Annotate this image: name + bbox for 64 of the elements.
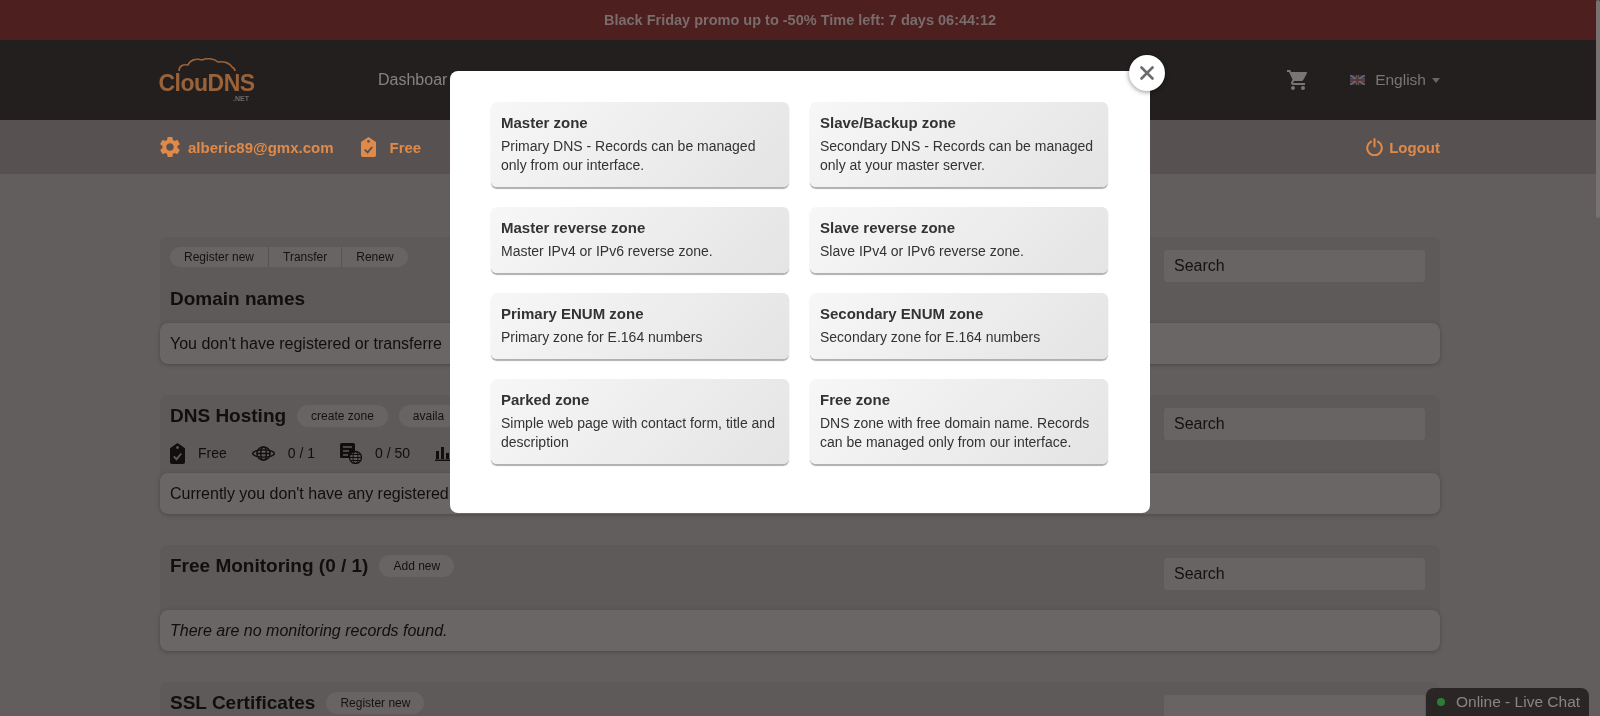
zone-option-card[interactable]: Master reverse zone Master IPv4 or IPv6 reverse zone. [491, 207, 789, 273]
server-icon [340, 442, 363, 464]
option-description: Secondary DNS - Records can be managed only at your master server. [820, 137, 1094, 175]
cloud-icon [177, 57, 236, 71]
plan-link[interactable]: Free [389, 138, 422, 156]
tag-icon [360, 137, 376, 157]
action-button[interactable]: create zone [297, 405, 388, 427]
option-description: Slave IPv4 or IPv6 reverse zone. [820, 242, 1025, 261]
account-email-link[interactable]: alberic89@gmx.com [188, 138, 334, 156]
section-title: DNS Hosting [170, 404, 287, 428]
caret-icon [1432, 77, 1440, 83]
flag-icon [1350, 75, 1366, 85]
stat-value: Free [198, 445, 227, 461]
option-description: Primary zone for E.164 numbers [501, 328, 704, 347]
action-tab[interactable]: Renew [341, 247, 408, 267]
zone-option-card[interactable]: Free zone DNS zone with free domain name. Records can be managed only from our interface. [810, 379, 1108, 464]
option-description: Simple web page with contact form, title and description [501, 414, 775, 452]
empty-message: There are no monitoring records found. [170, 621, 448, 640]
empty-message: You don't have registered or transferre [170, 334, 442, 353]
option-description: Primary DNS - Records can be managed only from our interface. [501, 137, 757, 175]
zone-option-card[interactable]: Parked zone Simple web page with contact form, title and description [491, 379, 789, 464]
option-title: Secondary ENUM zone [820, 304, 985, 324]
stat-value: 0 / 1 [287, 445, 316, 461]
cart-icon[interactable] [1287, 70, 1310, 90]
language-selector[interactable]: English [1350, 71, 1440, 89]
power-icon [1366, 138, 1384, 156]
bar-chart-icon [435, 445, 451, 461]
option-description: Master IPv4 or IPv6 reverse zone. [501, 242, 714, 261]
option-description: DNS zone with free domain name. Records can be managed only from our interface. [820, 414, 1091, 452]
live-chat-button[interactable]: Online - Live Chat [1426, 688, 1589, 716]
option-title: Slave reverse zone [820, 218, 957, 238]
section-title: Domain names [170, 287, 306, 311]
action-tab[interactable]: Transfer [268, 247, 342, 267]
promo-text: Black Friday promo up to -50% Time left: 7 days 06:44:12 [603, 12, 997, 28]
action-button[interactable]: Register new [326, 692, 425, 714]
section-title: SSL Certificates [170, 691, 316, 715]
option-title: Master reverse zone [501, 218, 647, 238]
option-title: Parked zone [501, 390, 591, 410]
option-title: Master zone [501, 113, 589, 133]
globe-icon [251, 445, 275, 461]
nav-link[interactable]: Dashboar [378, 71, 448, 89]
search-field[interactable]: Search [1164, 250, 1425, 282]
logout-button[interactable]: Logout [1366, 138, 1440, 156]
empty-message: Currently you don't have any registered [170, 484, 449, 503]
zone-option-card[interactable]: Master zone Primary DNS - Records can be managed only from our interface. [491, 102, 789, 187]
action-button[interactable]: Add new [379, 555, 455, 577]
settings-icon[interactable] [160, 137, 180, 157]
logo-wordmark[interactable]: ClouDNS [158, 70, 255, 95]
option-description: Secondary zone for E.164 numbers [820, 328, 1042, 347]
action-tab[interactable]: Register new [170, 247, 269, 267]
search-field[interactable]: Search [1164, 408, 1425, 440]
close-icon [1140, 66, 1154, 80]
section-title: Free Monitoring (0 / 1) [170, 554, 369, 578]
zone-option-card[interactable]: Secondary ENUM zone Secondary zone for E.164 numbers [810, 293, 1108, 359]
zone-option-card[interactable]: Slave/Backup zone Secondary DNS - Records can be managed only at your master server. [810, 102, 1108, 187]
stat-value: 0 / 50 [375, 445, 411, 461]
zone-option-card[interactable]: Slave reverse zone Slave IPv4 or IPv6 reverse zone. [810, 207, 1108, 273]
zone-option-card[interactable]: Primary ENUM zone Primary zone for E.164 numbers [491, 293, 789, 359]
option-title: Primary ENUM zone [501, 304, 645, 324]
option-title: Slave/Backup zone [820, 113, 957, 133]
scrollbar-thumb[interactable] [1596, 0, 1600, 218]
option-title: Free zone [820, 390, 892, 410]
tag-icon [170, 442, 185, 464]
search-field[interactable]: Search [1164, 558, 1425, 590]
